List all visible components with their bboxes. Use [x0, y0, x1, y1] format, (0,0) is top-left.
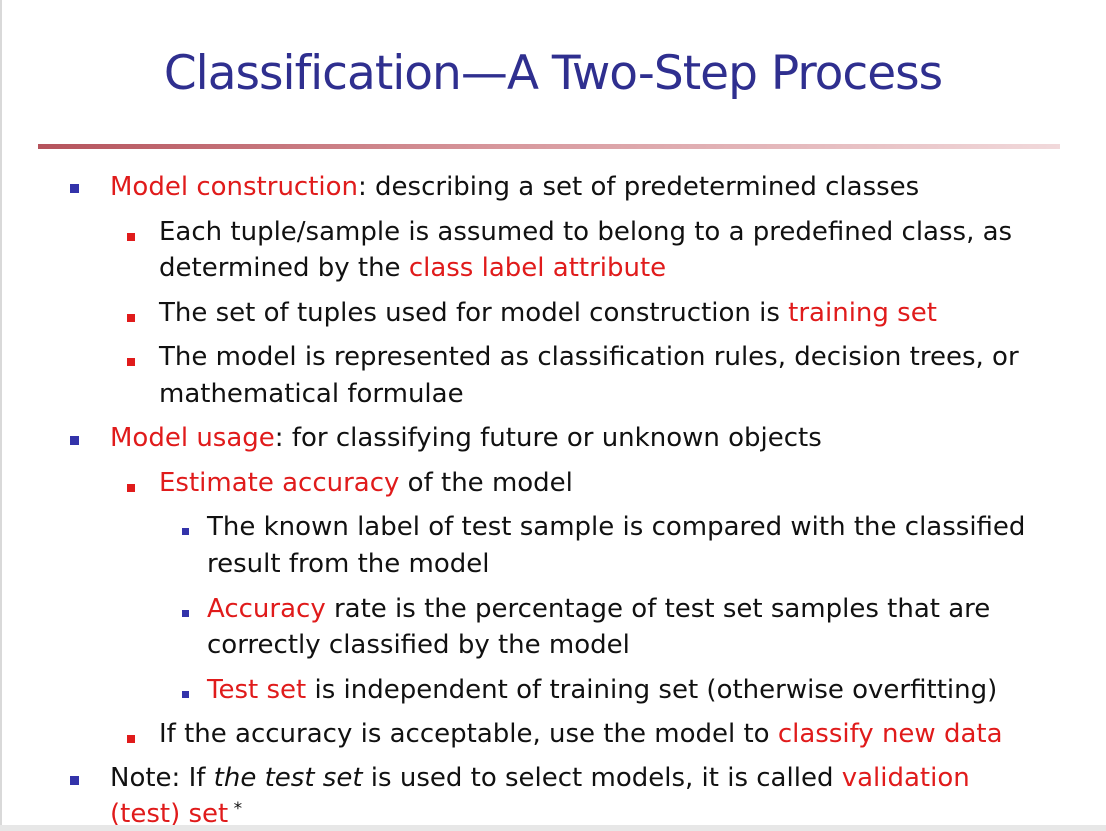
bullet-known-label-line1: The known label of test sample is compar… — [207, 512, 1026, 542]
term-classify-new-data: classify new data — [777, 719, 1003, 749]
title-divider — [38, 144, 1060, 149]
level1-bullet-icon — [70, 184, 79, 193]
bullet-text: rate is the percentage of test set sampl… — [325, 594, 991, 624]
bullet-model-represented-line1: The model is represented as classificati… — [159, 342, 1019, 372]
term-validation: validation — [841, 763, 970, 793]
bullet-model-usage: Model usage: for classifying future or u… — [110, 425, 822, 451]
slide-title: Classification—A Two-Step Process — [163, 46, 943, 101]
bullet-tuple-sample-line1: Each tuple/sample is assumed to belong t… — [159, 217, 1013, 247]
bullet-estimate-accuracy: Estimate accuracy of the model — [159, 470, 573, 496]
term-model-construction: Model construction — [110, 172, 359, 202]
bullet-note-line1: Note: If the test set is used to select … — [110, 765, 970, 791]
bullet-training-set: The set of tuples used for model constru… — [159, 300, 937, 326]
footnote-mark: * — [228, 799, 243, 819]
bullet-text: The set of tuples used for model constru… — [159, 298, 789, 328]
level2-bullet-icon — [127, 233, 135, 241]
level3-bullet-icon — [182, 691, 189, 698]
italic-the-test-set: the test set — [213, 763, 363, 793]
level1-bullet-icon — [70, 776, 79, 785]
level2-bullet-icon — [127, 358, 135, 366]
bullet-known-label-line2: result from the model — [207, 549, 490, 579]
bullet-text: is used to select models, it is called — [362, 763, 842, 793]
bullet-accuracy-rate-line2: correctly classified by the model — [207, 630, 630, 660]
level1-bullet-icon — [70, 436, 79, 445]
term-accuracy: Accuracy — [207, 594, 326, 624]
slide-bottom-edge — [0, 825, 1106, 831]
bullet-text: of the model — [399, 468, 573, 498]
bullet-model-represented-line2: mathematical formulae — [159, 379, 464, 409]
term-training-set: training set — [788, 298, 937, 328]
bullet-model-construction: Model construction: describing a set of … — [110, 174, 919, 200]
bullet-text: determined by the — [159, 253, 409, 283]
slide-left-edge — [0, 0, 2, 831]
term-estimate-accuracy: Estimate accuracy — [159, 468, 400, 498]
level3-bullet-icon — [182, 610, 189, 617]
level2-bullet-icon — [127, 314, 135, 322]
bullet-tuple-sample-line2: determined by the class label attribute — [159, 255, 666, 281]
level2-bullet-icon — [127, 484, 135, 492]
term-class-label-attribute: class label attribute — [408, 253, 667, 283]
term-model-usage: Model usage — [110, 423, 275, 453]
bullet-text: is independent of training set (otherwis… — [306, 675, 998, 705]
bullet-text: Note: If — [110, 763, 214, 793]
bullet-note-line2: (test) set * — [110, 799, 243, 828]
level3-bullet-icon — [182, 528, 189, 535]
term-test-set: Test set — [207, 675, 307, 705]
bullet-accuracy-rate-line1: Accuracy rate is the percentage of test … — [207, 596, 990, 622]
bullet-test-set: Test set is independent of training set … — [207, 677, 997, 703]
bullet-text: : describing a set of predetermined clas… — [358, 172, 920, 202]
bullet-accuracy-acceptable: If the accuracy is acceptable, use the m… — [159, 721, 1003, 747]
level2-bullet-icon — [127, 735, 135, 743]
bullet-text: If the accuracy is acceptable, use the m… — [159, 719, 778, 749]
bullet-text: : for classifying future or unknown obje… — [274, 423, 822, 453]
slide: Classification—A Two-Step Process Model … — [0, 0, 1106, 831]
